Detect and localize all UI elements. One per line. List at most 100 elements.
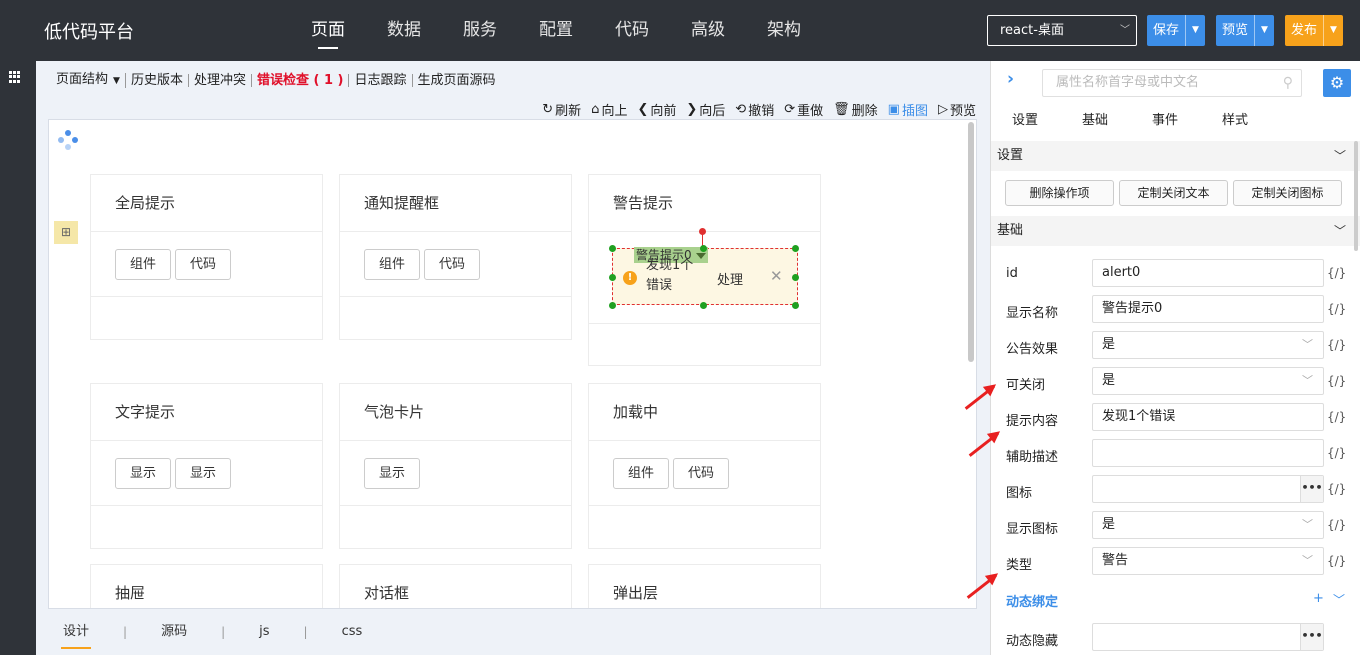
card-alert: 警告提示 警告提示0 ! 发现1个错误 处理 ✕ [588, 174, 821, 366]
prop-banner-select[interactable]: 是 ﹀ [1092, 331, 1324, 359]
resize-handle[interactable] [792, 245, 799, 252]
component-button[interactable]: 组件 [364, 249, 421, 280]
prop-closable-select[interactable]: 是 ﹀ [1092, 367, 1324, 395]
chevron-down-icon: ﹀ [1302, 338, 1313, 351]
prop-icon-input[interactable]: ••• [1092, 475, 1324, 503]
custom-close-icon-button[interactable]: 定制关闭图标 [1233, 180, 1342, 206]
trash-icon: 🗑 [833, 101, 850, 117]
save-dropdown-icon[interactable]: ▼ [1185, 15, 1205, 46]
prop-message-input[interactable]: 发现1个错误 [1092, 403, 1324, 431]
undo-button[interactable]: ⟲ 撤销 [735, 100, 774, 119]
fx-toggle[interactable]: {/} [1327, 266, 1346, 280]
generate-source-link[interactable]: 生成页面源码 [413, 74, 501, 87]
preview-button[interactable]: 预览 [1216, 15, 1254, 46]
fx-toggle[interactable]: {/} [1327, 338, 1346, 352]
section-settings-header[interactable]: 设置 ﹀ [991, 141, 1360, 171]
resize-handle[interactable] [700, 245, 707, 252]
fx-toggle[interactable]: {/} [1327, 554, 1346, 568]
tab-source[interactable]: 源码 [159, 609, 189, 655]
insert-image-button[interactable]: ▣ 插图 [888, 100, 928, 119]
show-button[interactable]: 显示 [364, 458, 421, 489]
more-icon[interactable]: ••• [1300, 476, 1323, 502]
nav-item-page[interactable]: 页面 [290, 0, 366, 61]
tab-js[interactable]: js [257, 609, 271, 655]
show-button[interactable]: 显示 [115, 458, 172, 489]
dynamic-binding-header[interactable]: 动态绑定 [1006, 591, 1058, 610]
env-select[interactable]: react-桌面 ﹀ [987, 15, 1137, 46]
close-icon[interactable]: ✕ [770, 267, 783, 285]
chevron-right-icon[interactable]: › [1007, 69, 1014, 89]
nav-item-data[interactable]: 数据 [366, 0, 442, 61]
publish-button[interactable]: 发布 [1285, 15, 1323, 46]
canvas-preview-button[interactable]: ▷ 预览 [938, 100, 976, 119]
log-trace-link[interactable]: 日志跟踪 [349, 73, 413, 87]
page-component-icon[interactable]: ⊞ [54, 221, 78, 244]
resize-handle[interactable] [609, 274, 616, 281]
component-button[interactable]: 组件 [115, 249, 172, 280]
history-versions-link[interactable]: 历史版本 [126, 73, 189, 87]
fx-toggle[interactable]: {/} [1327, 518, 1346, 532]
refresh-button[interactable]: ↻ 刷新 [542, 100, 581, 119]
tab-settings[interactable]: 设置 [1012, 105, 1082, 137]
fx-toggle[interactable]: {/} [1327, 482, 1346, 496]
prop-dynamic-hidden-input[interactable]: ••• [1092, 623, 1324, 651]
delete-action-item-button[interactable]: 删除操作项 [1005, 180, 1114, 206]
nav-item-service[interactable]: 服务 [442, 0, 518, 61]
code-button[interactable]: 代码 [424, 249, 481, 280]
page-structure-menu[interactable]: 页面结构 ▼ [51, 72, 126, 88]
prop-show-icon-select[interactable]: 是 ﹀ [1092, 511, 1324, 539]
resize-handle[interactable] [609, 302, 616, 309]
prop-description-input[interactable] [1092, 439, 1324, 467]
tab-design[interactable]: 设计 [61, 609, 92, 655]
resize-handle[interactable] [609, 245, 616, 252]
save-button[interactable]: 保存 [1147, 15, 1185, 46]
more-icon[interactable]: ••• [1300, 624, 1323, 650]
resize-handle[interactable] [792, 302, 799, 309]
tab-basic[interactable]: 基础 [1082, 105, 1152, 137]
tab-events[interactable]: 事件 [1152, 105, 1222, 137]
code-button[interactable]: 代码 [175, 249, 232, 280]
section-basic-header[interactable]: 基础 ﹀ [991, 216, 1360, 246]
tab-styles[interactable]: 样式 [1222, 105, 1292, 137]
bottom-tabs: 设计 | 源码 | js | css [36, 609, 990, 655]
nav-item-advanced[interactable]: 高级 [670, 0, 746, 61]
prop-display-name-input[interactable]: 警告提示0 [1092, 295, 1324, 323]
preview-dropdown-icon[interactable]: ▼ [1254, 15, 1274, 46]
prop-type-select[interactable]: 警告 ﹀ [1092, 547, 1324, 575]
tab-css[interactable]: css [340, 609, 365, 655]
canvas-scrollbar[interactable] [968, 122, 974, 362]
publish-dropdown-icon[interactable]: ▼ [1323, 15, 1343, 46]
design-canvas[interactable]: ⊞ 全局提示 组件 代码 通知提醒框 组件 代码 警告提示 警告提示0 ! 发现… [48, 119, 977, 609]
component-button[interactable]: 组件 [613, 458, 670, 489]
nav-item-architecture[interactable]: 架构 [746, 0, 822, 61]
fx-toggle[interactable]: {/} [1327, 446, 1346, 460]
property-search-input[interactable]: 属性名称首字母或中文名 ⚲ [1042, 69, 1302, 97]
design-area: 页面结构 ▼ 历史版本 处理冲突 错误检查 ( 1 ) 日志跟踪 生成页面源码 ↻… [36, 61, 990, 655]
fx-toggle[interactable]: {/} [1327, 302, 1346, 316]
show-button[interactable]: 显示 [175, 458, 232, 489]
add-icon[interactable]: + [1313, 591, 1324, 606]
up-button[interactable]: ⌂ 向上 [591, 100, 627, 119]
forward-button[interactable]: ❮ 向前 [637, 100, 676, 119]
delete-button[interactable]: 🗑 删除 [833, 100, 878, 119]
chevron-down-icon[interactable]: ﹀ [1333, 591, 1345, 608]
alert-action-link[interactable]: 处理 [717, 269, 743, 288]
backward-button[interactable]: ❯ 向后 [686, 100, 725, 119]
resize-handle[interactable] [792, 274, 799, 281]
fx-toggle[interactable]: {/} [1327, 374, 1346, 388]
redo-button[interactable]: ⟳ 重做 [784, 100, 823, 119]
gear-icon[interactable]: ⚙ [1323, 69, 1351, 97]
alert-widget-selected[interactable]: 警告提示0 ! 发现1个错误 处理 ✕ [609, 228, 799, 309]
resize-handle[interactable] [700, 302, 707, 309]
error-check-link[interactable]: 错误检查 ( 1 ) [252, 73, 350, 87]
apps-grid-icon[interactable] [9, 71, 21, 83]
prop-id-input[interactable]: alert0 [1092, 259, 1324, 287]
nav-item-config[interactable]: 配置 [518, 0, 594, 61]
card-title: 弹出层 [589, 565, 820, 608]
resolve-conflict-link[interactable]: 处理冲突 [189, 73, 252, 87]
code-button[interactable]: 代码 [673, 458, 730, 489]
nav-item-code[interactable]: 代码 [594, 0, 670, 61]
custom-close-text-button[interactable]: 定制关闭文本 [1119, 180, 1228, 206]
panel-scrollbar[interactable] [1354, 141, 1358, 251]
fx-toggle[interactable]: {/} [1327, 410, 1346, 424]
